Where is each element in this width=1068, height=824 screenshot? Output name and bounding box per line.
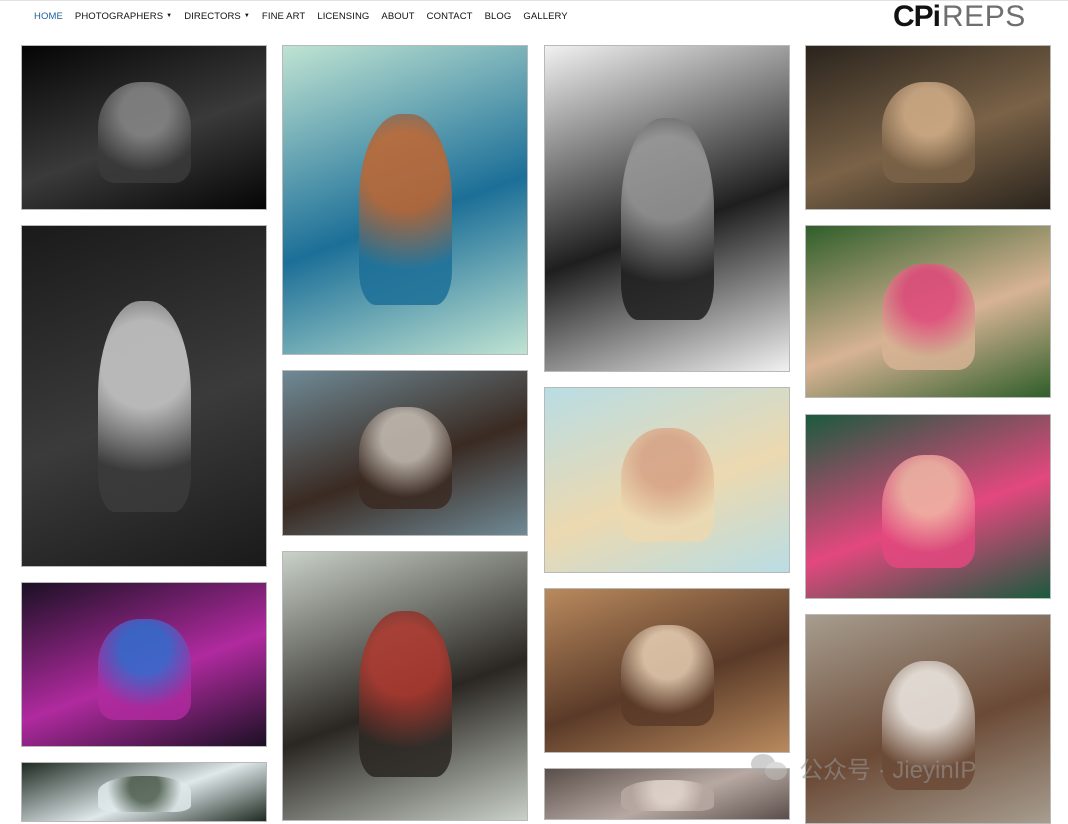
gallery-tile[interactable] [21,582,267,747]
caret-down-icon: ▼ [243,13,250,19]
nav-item-label: PHOTOGRAPHERS [74,10,164,22]
nav-item-contact[interactable]: CONTACT [427,11,473,22]
nav-item-label: DIRECTORS [184,10,241,22]
photo-subject [621,118,714,320]
gallery-tile[interactable] [282,551,528,821]
nav-item-licensing[interactable]: LICENSING [317,11,369,22]
photo-subject [98,82,191,183]
nav-item-fine-art[interactable]: FINE ART [262,11,305,22]
gallery-tile[interactable] [21,225,267,567]
gallery-tile[interactable] [805,414,1051,599]
nav-item-blog[interactable]: BLOG [485,11,512,22]
photo-subject [621,428,714,542]
gallery-tile[interactable] [21,45,267,210]
gallery-tile[interactable] [805,614,1051,824]
photo-subject [621,625,714,726]
photo-subject [882,264,975,370]
caret-down-icon: ▼ [166,13,173,19]
gallery-tile[interactable] [544,45,790,372]
gallery-tile[interactable] [544,387,790,573]
photo-subject [882,82,975,183]
nav-item-directors[interactable]: DIRECTORS ▼ [184,11,250,22]
nav-item-about[interactable]: ABOUT [381,11,414,22]
nav-item-photographers[interactable]: PHOTOGRAPHERS ▼ [75,11,172,22]
nav-item-home[interactable]: HOME [34,11,63,22]
main-nav: HOME PHOTOGRAPHERS ▼ DIRECTORS ▼ FINE ART … [34,9,580,23]
logo-thin-text: REPS [942,0,1026,33]
logo-bold-text: CPi [893,0,941,33]
photo-subject [98,301,191,512]
photo-subject [621,780,714,811]
gallery-tile[interactable] [282,370,528,536]
photo-subject [359,407,452,509]
photo-subject [98,619,191,720]
gallery-tile[interactable] [21,762,267,822]
photo-subject [359,611,452,777]
watermark: 公众号 · JieyinIP [751,750,976,784]
gallery-tile[interactable] [805,45,1051,210]
photo-subject [359,114,452,305]
nav-item-gallery[interactable]: GALLERY [523,11,567,22]
gallery-tile[interactable] [282,45,528,355]
wechat-icon [751,752,789,782]
photo-subject [882,455,975,568]
site-logo[interactable]: CPi REPS [893,2,1026,32]
photo-subject [98,776,191,812]
gallery-tile[interactable] [544,588,790,753]
gallery-tile[interactable] [805,225,1051,398]
watermark-text: 公众号 · JieyinIP [799,756,977,784]
